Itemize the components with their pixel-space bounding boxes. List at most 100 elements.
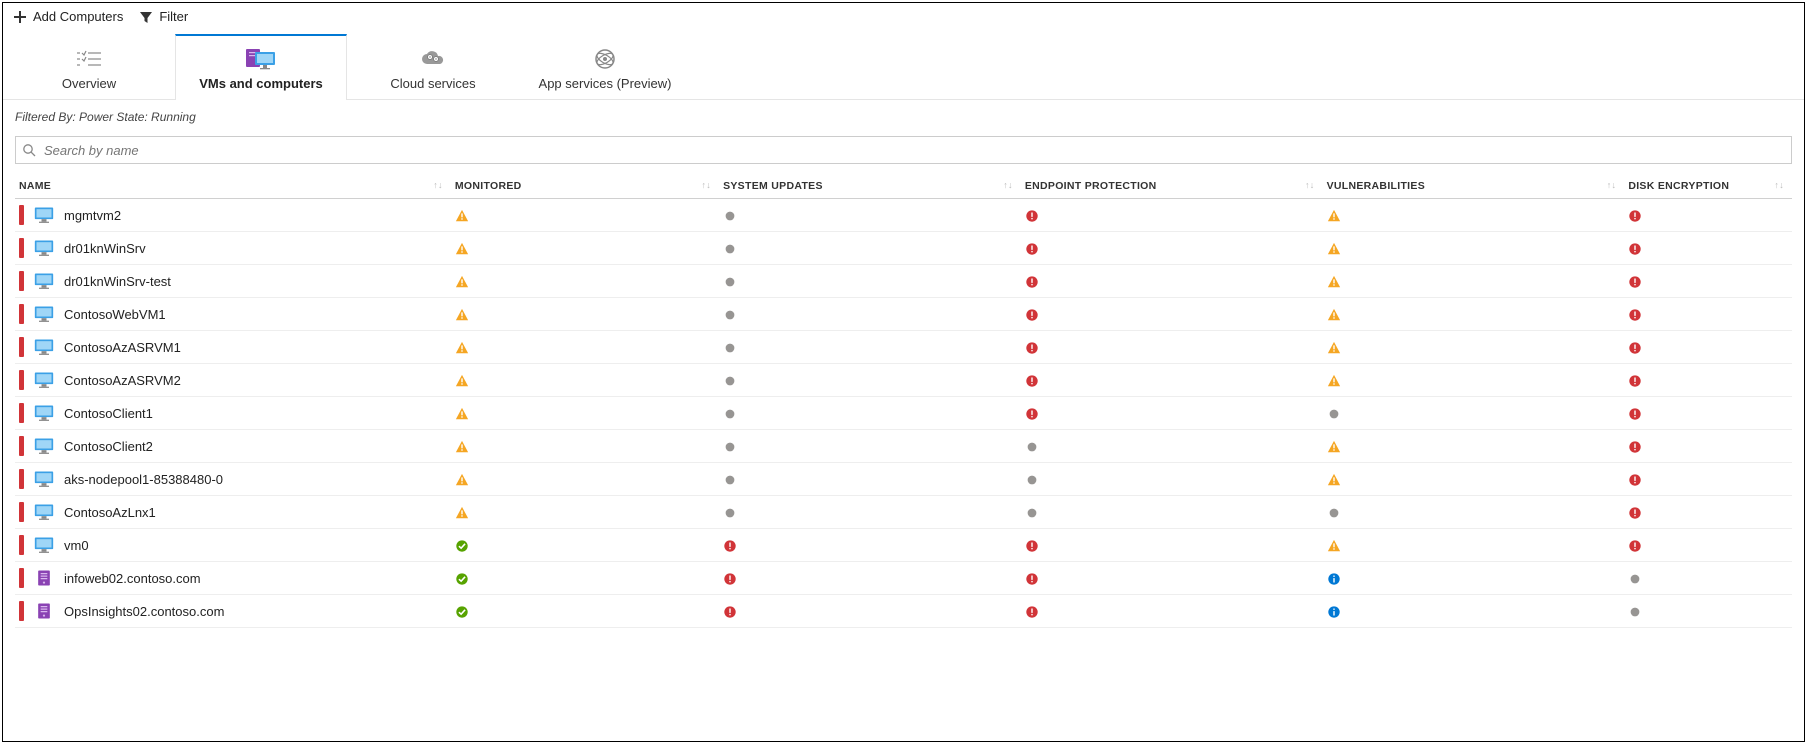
error-status-icon <box>1025 275 1039 289</box>
table-row[interactable]: mgmtvm2 <box>15 199 1792 232</box>
search-input[interactable] <box>42 142 1785 159</box>
severity-indicator <box>19 568 24 588</box>
severity-indicator <box>19 502 24 522</box>
error-status-icon <box>1628 341 1642 355</box>
warning-status-icon <box>455 374 469 388</box>
severity-indicator <box>19 370 24 390</box>
unknown-status-icon <box>1628 605 1642 619</box>
warning-status-icon <box>455 242 469 256</box>
severity-indicator <box>19 238 24 258</box>
tab-app-services[interactable]: App services (Preview) <box>519 34 691 99</box>
col-vulnerabilities[interactable]: VULNERABILITIES↑↓ <box>1323 172 1625 199</box>
app-services-icon <box>593 48 617 70</box>
warning-status-icon <box>1327 242 1341 256</box>
warning-status-icon <box>1327 473 1341 487</box>
warning-status-icon <box>1327 341 1341 355</box>
tab-vms-computers-label: VMs and computers <box>176 76 346 91</box>
severity-indicator <box>19 436 24 456</box>
search-icon <box>22 143 36 157</box>
search-box[interactable] <box>15 136 1792 164</box>
vm-icon <box>34 239 54 257</box>
tab-cloud-services[interactable]: Cloud services <box>347 34 519 99</box>
error-status-icon <box>1628 275 1642 289</box>
add-computers-button[interactable]: Add Computers <box>13 9 123 24</box>
unknown-status-icon <box>1025 506 1039 520</box>
error-status-icon <box>723 605 737 619</box>
warning-status-icon <box>455 275 469 289</box>
resource-name: ContosoClient2 <box>64 439 153 454</box>
col-name[interactable]: NAME↑↓ <box>15 172 451 199</box>
unknown-status-icon <box>723 473 737 487</box>
table-row[interactable]: ContosoClient2 <box>15 430 1792 463</box>
resource-name: ContosoWebVM1 <box>64 307 166 322</box>
table-row[interactable]: dr01knWinSrv <box>15 232 1792 265</box>
col-endpoint-protection[interactable]: ENDPOINT PROTECTION↑↓ <box>1021 172 1323 199</box>
tab-overview[interactable]: Overview <box>3 34 175 99</box>
error-status-icon <box>1628 308 1642 322</box>
severity-indicator <box>19 469 24 489</box>
error-status-icon <box>723 572 737 586</box>
table-row[interactable]: OpsInsights02.contoso.com <box>15 595 1792 628</box>
severity-indicator <box>19 205 24 225</box>
table-row[interactable]: vm0 <box>15 529 1792 562</box>
table-row[interactable]: ContosoAzLnx1 <box>15 496 1792 529</box>
unknown-status-icon <box>1628 572 1642 586</box>
unknown-status-icon <box>1025 440 1039 454</box>
vm-icon <box>34 371 54 389</box>
command-bar: Add Computers Filter <box>3 3 1804 30</box>
resource-name: mgmtvm2 <box>64 208 121 223</box>
error-status-icon <box>1628 374 1642 388</box>
healthy-status-icon <box>455 605 469 619</box>
warning-status-icon <box>1327 308 1341 322</box>
tab-overview-label: Overview <box>4 76 174 91</box>
unknown-status-icon <box>723 341 737 355</box>
filter-icon <box>139 10 153 24</box>
vms-computers-icon <box>245 48 277 70</box>
vm-icon <box>34 503 54 521</box>
server-icon <box>34 602 54 620</box>
filter-button[interactable]: Filter <box>139 9 188 24</box>
error-status-icon <box>723 539 737 553</box>
severity-indicator <box>19 535 24 555</box>
severity-indicator <box>19 337 24 357</box>
warning-status-icon <box>455 407 469 421</box>
table-row[interactable]: aks-nodepool1-85388480-0 <box>15 463 1792 496</box>
sort-icon: ↑↓ <box>1607 180 1617 190</box>
severity-indicator <box>19 304 24 324</box>
col-disk-encryption[interactable]: DISK ENCRYPTION↑↓ <box>1624 172 1792 199</box>
warning-status-icon <box>1327 275 1341 289</box>
tab-vms-computers[interactable]: VMs and computers <box>175 34 347 99</box>
error-status-icon <box>1628 209 1642 223</box>
tab-cloud-services-label: Cloud services <box>348 76 518 91</box>
vm-icon <box>34 536 54 554</box>
table-row[interactable]: ContosoAzASRVM2 <box>15 364 1792 397</box>
resources-table: NAME↑↓ MONITORED↑↓ SYSTEM UPDATES↑↓ ENDP… <box>15 172 1792 628</box>
warning-status-icon <box>1327 209 1341 223</box>
sort-icon: ↑↓ <box>433 180 443 190</box>
table-row[interactable]: dr01knWinSrv-test <box>15 265 1792 298</box>
table-row[interactable]: ContosoClient1 <box>15 397 1792 430</box>
resource-name: aks-nodepool1-85388480-0 <box>64 472 223 487</box>
overview-icon <box>75 49 103 69</box>
resource-name: ContosoAzASRVM1 <box>64 340 181 355</box>
warning-status-icon <box>455 308 469 322</box>
table-row[interactable]: infoweb02.contoso.com <box>15 562 1792 595</box>
col-monitored[interactable]: MONITORED↑↓ <box>451 172 719 199</box>
table-row[interactable]: ContosoWebVM1 <box>15 298 1792 331</box>
resource-name: vm0 <box>64 538 89 553</box>
resource-name: dr01knWinSrv-test <box>64 274 171 289</box>
table-row[interactable]: ContosoAzASRVM1 <box>15 331 1792 364</box>
severity-indicator <box>19 403 24 423</box>
warning-status-icon <box>455 506 469 520</box>
col-system-updates[interactable]: SYSTEM UPDATES↑↓ <box>719 172 1021 199</box>
sort-icon: ↑↓ <box>701 180 711 190</box>
warning-status-icon <box>1327 374 1341 388</box>
info-status-icon <box>1327 572 1341 586</box>
healthy-status-icon <box>455 539 469 553</box>
error-status-icon <box>1025 209 1039 223</box>
cloud-services-icon <box>419 49 447 69</box>
filter-label: Filter <box>159 9 188 24</box>
add-computers-label: Add Computers <box>33 9 123 24</box>
severity-indicator <box>19 601 24 621</box>
error-status-icon <box>1628 506 1642 520</box>
